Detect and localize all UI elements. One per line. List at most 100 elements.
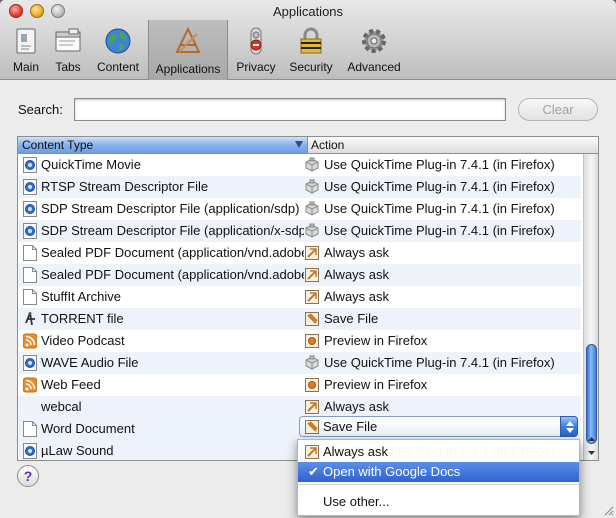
quicktime-icon [23, 157, 37, 173]
plugin-icon [304, 157, 320, 173]
quicktime-icon [23, 201, 37, 217]
content-type-cell: µLaw Sound [18, 440, 304, 460]
table-row[interactable]: StuffIt Archive Always ask [18, 286, 581, 308]
action-label: Preview in Firefox [324, 333, 428, 348]
action-cell[interactable]: Always ask [304, 286, 581, 308]
toolbar-content[interactable]: Content [92, 24, 144, 78]
table-row[interactable]: RTSP Stream Descriptor File Use QuickTime… [18, 176, 581, 198]
table-row[interactable]: QuickTime Movie Use QuickTime Plug-in 7.4… [18, 154, 581, 176]
quicktime-icon [23, 223, 37, 239]
action-cell[interactable]: Use QuickTime Plug-in 7.4.1 (in Firefox) [304, 154, 581, 176]
ask-icon [304, 267, 320, 283]
resize-grip-icon[interactable] [602, 504, 614, 516]
action-label: Use QuickTime Plug-in 7.4.1 (in Firefox) [324, 201, 555, 216]
applications-icon [175, 26, 201, 53]
action-cell[interactable]: Use QuickTime Plug-in 7.4.1 (in Firefox) [304, 176, 581, 198]
clear-button[interactable]: Clear [518, 98, 598, 121]
sort-descending-icon [295, 141, 303, 148]
content-type-table: Content Type Action QuickTime Movie Use Q… [17, 136, 599, 461]
toolbar-advanced[interactable]: Advanced [344, 24, 404, 78]
action-cell[interactable]: Always ask [304, 396, 581, 418]
quicktime-icon [23, 179, 37, 195]
ask-icon [304, 289, 320, 305]
action-label: Preview in Firefox [324, 377, 428, 392]
table-row[interactable]: webcal Always ask [18, 396, 581, 418]
table-row[interactable]: TORRENT file Save File [18, 308, 581, 330]
menu-item-use-other[interactable]: Use other... [298, 492, 579, 512]
action-cell[interactable]: Always ask [304, 242, 581, 264]
content-type-cell: SDP Stream Descriptor File (application/… [18, 220, 304, 242]
document-icon [23, 267, 37, 283]
save-icon [304, 311, 320, 327]
content-type-label: µLaw Sound [41, 443, 114, 458]
action-cell[interactable]: Preview in Firefox [304, 330, 581, 352]
content-type-label: TORRENT file [41, 311, 124, 326]
scroll-down-arrow-icon[interactable] [584, 446, 599, 460]
table-row[interactable]: Sealed PDF Document (application/vnd.ado… [18, 242, 581, 264]
preferences-window: Applications Main Tabs Content Applicati… [0, 0, 616, 518]
content-type-label: Web Feed [41, 377, 101, 392]
toolbar-applications[interactable]: Applications [148, 20, 228, 80]
table-row[interactable]: SDP Stream Descriptor File (application/… [18, 198, 581, 220]
content-type-cell: webcal [18, 396, 304, 418]
search-input[interactable] [74, 98, 506, 121]
table-row[interactable]: Sealed PDF Document (application/vnd.ado… [18, 264, 581, 286]
document-icon [23, 289, 37, 305]
torrent-icon [23, 311, 37, 327]
table-rows: QuickTime Movie Use QuickTime Plug-in 7.4… [18, 154, 581, 460]
feed-icon [22, 377, 38, 393]
content-type-cell: RTSP Stream Descriptor File [18, 176, 304, 198]
plugin-icon [304, 223, 320, 239]
content-type-label: Word Document [41, 421, 135, 436]
column-header-action[interactable]: Action [309, 137, 344, 153]
toolbar-security[interactable]: Security [286, 24, 336, 78]
toolbar-tabs[interactable]: Tabs [50, 24, 86, 78]
scroll-up-arrow-icon[interactable] [584, 432, 599, 446]
help-button[interactable]: ? [17, 465, 39, 487]
privacy-icon [250, 27, 262, 55]
content-type-label: QuickTime Movie [41, 157, 141, 172]
table-header: Content Type Action [18, 137, 598, 154]
table-row[interactable]: WAVE Audio File Use QuickTime Plug-in 7.4… [18, 352, 581, 374]
table-row[interactable]: Video Podcast Preview in Firefox [18, 330, 581, 352]
plugin-icon [304, 201, 320, 217]
vertical-scrollbar[interactable] [583, 154, 598, 460]
save-icon [305, 420, 319, 434]
content-type-label: RTSP Stream Descriptor File [41, 179, 209, 194]
action-cell[interactable]: Save File [304, 308, 581, 330]
content-type-label: Sealed PDF Document (application/vnd.ado… [41, 267, 304, 282]
preview-icon [304, 333, 320, 349]
content-type-cell: QuickTime Movie [18, 154, 304, 176]
menu-item-always-ask[interactable]: Always ask [298, 442, 579, 462]
ask-icon [304, 399, 320, 415]
content-type-cell: Sealed PDF Document (application/vnd.ado… [18, 264, 304, 286]
menu-item-open-with-google-docs[interactable]: ✔ Open with Google Docs [298, 462, 579, 482]
quicktime-icon [23, 355, 37, 371]
toolbar-privacy[interactable]: Privacy [232, 24, 280, 78]
content-type-cell: SDP Stream Descriptor File (application/… [18, 198, 304, 220]
action-cell[interactable]: Use QuickTime Plug-in 7.4.1 (in Firefox) [304, 220, 581, 242]
scroll-thumb[interactable] [586, 344, 597, 444]
toolbar-main[interactable]: Main [6, 24, 46, 78]
action-label: Always ask [324, 245, 390, 260]
column-header-content-type[interactable]: Content Type [18, 137, 308, 153]
action-label: Use QuickTime Plug-in 7.4.1 (in Firefox) [324, 223, 555, 238]
table-row[interactable]: SDP Stream Descriptor File (application/… [18, 220, 581, 242]
preferences-toolbar: Applications Main Tabs Content Applicati… [0, 0, 616, 80]
gear-icon [362, 29, 386, 53]
content-type-cell: TORRENT file [18, 308, 304, 330]
ask-icon [305, 445, 319, 459]
action-cell[interactable]: Use QuickTime Plug-in 7.4.1 (in Firefox) [304, 198, 581, 220]
content-type-label: Sealed PDF Document (application/vnd.ado… [41, 245, 304, 260]
action-label: Save File [324, 311, 379, 326]
action-cell[interactable]: Always ask [304, 264, 581, 286]
content-type-cell: WAVE Audio File [18, 352, 304, 374]
tabs-icon [55, 28, 81, 52]
action-cell[interactable]: Preview in Firefox [304, 374, 581, 396]
action-cell[interactable]: Use QuickTime Plug-in 7.4.1 (in Firefox) [304, 352, 581, 374]
content-type-label: Video Podcast [41, 333, 125, 348]
preview-icon [304, 377, 320, 393]
table-row[interactable]: Web Feed Preview in Firefox [18, 374, 581, 396]
action-select[interactable]: Save File [299, 416, 578, 437]
feed-icon [22, 333, 38, 349]
